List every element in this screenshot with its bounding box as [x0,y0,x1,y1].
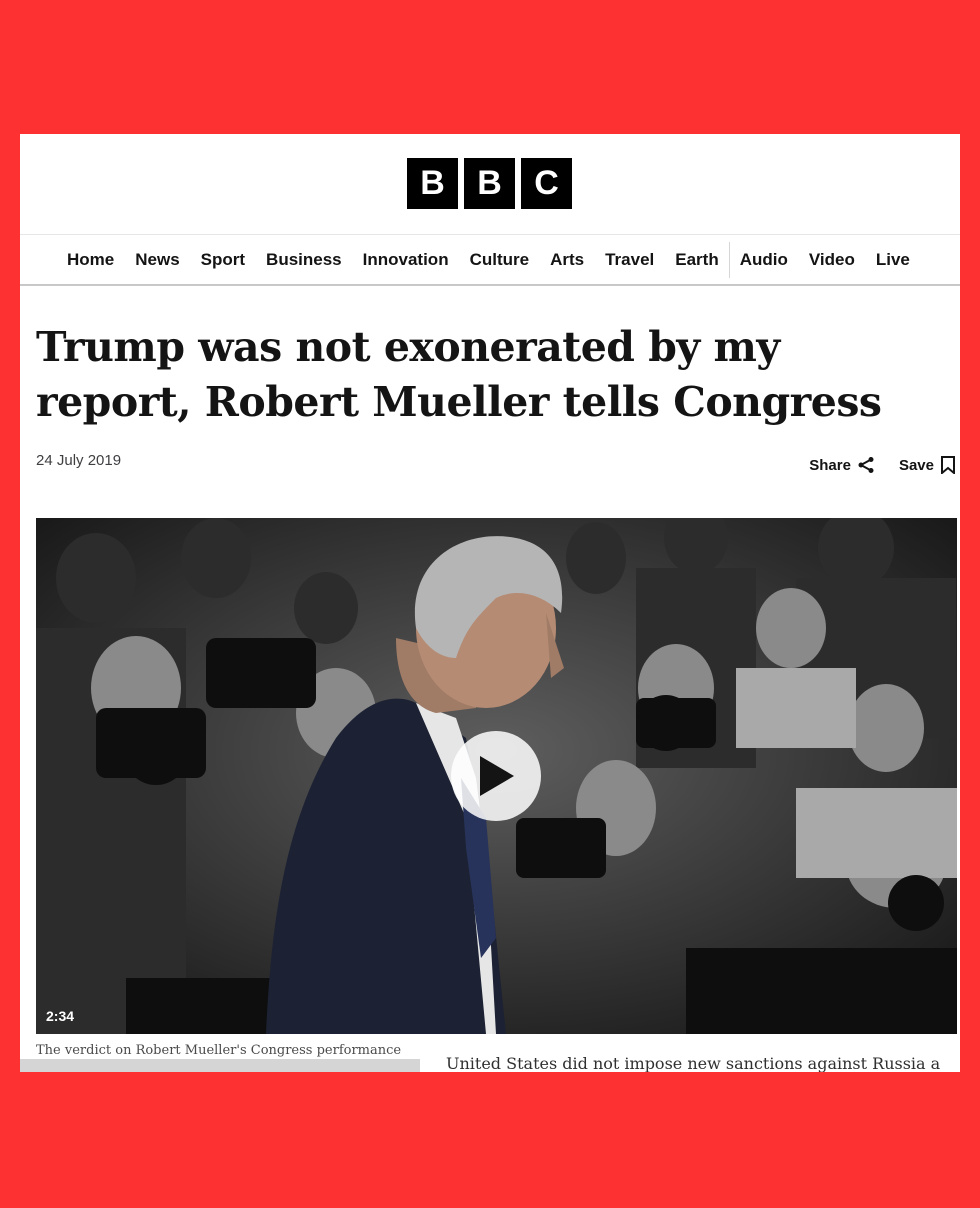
nav-item-arts[interactable]: Arts [550,250,584,270]
article-actions: Share Save [809,456,956,474]
nav-item-business[interactable]: Business [266,250,342,270]
video-duration: 2:34 [46,1008,75,1024]
masthead: B B C [20,134,960,234]
nav-item-video[interactable]: Video [809,250,855,270]
article-headline: Trump was not exonerated by my report, R… [36,323,882,426]
nav-item-culture[interactable]: Culture [470,250,530,270]
article-card: B B C Home News Sport Business Innovatio… [20,134,960,1072]
logo-letter: B [407,158,458,209]
nav-item-home[interactable]: Home [67,250,114,270]
share-icon [858,457,874,473]
share-button[interactable]: Share [809,456,875,474]
nav-item-earth[interactable]: Earth [675,250,718,270]
video-player[interactable]: 2:34 [36,518,957,1034]
page-scroll-strip [20,1059,420,1072]
video-caption: The verdict on Robert Mueller's Congress… [36,1043,402,1058]
save-button[interactable]: Save [899,456,956,474]
nav-item-sport[interactable]: Sport [201,250,245,270]
cut-off-paragraph: United States did not impose new sanctio… [420,1056,960,1072]
play-button[interactable] [451,731,541,821]
save-label: Save [898,456,934,474]
nav-item-audio[interactable]: Audio [740,250,788,270]
share-label: Share [809,456,851,474]
cut-off-text: United States did not impose new sanctio… [446,1056,941,1072]
nav-item-innovation[interactable]: Innovation [363,250,449,270]
nav-item-travel[interactable]: Travel [605,250,654,270]
nav-item-live[interactable]: Live [876,250,910,270]
logo-letter: B [464,158,515,209]
play-icon [480,756,514,796]
bbc-logo[interactable]: B B C [407,158,572,209]
bookmark-icon [941,456,955,474]
logo-letter: C [521,158,572,209]
article-date: 24 July 2019 [36,452,122,469]
main-nav: Home News Sport Business Innovation Cult… [20,234,960,286]
nav-divider [728,241,730,278]
nav-item-news[interactable]: News [135,250,179,270]
